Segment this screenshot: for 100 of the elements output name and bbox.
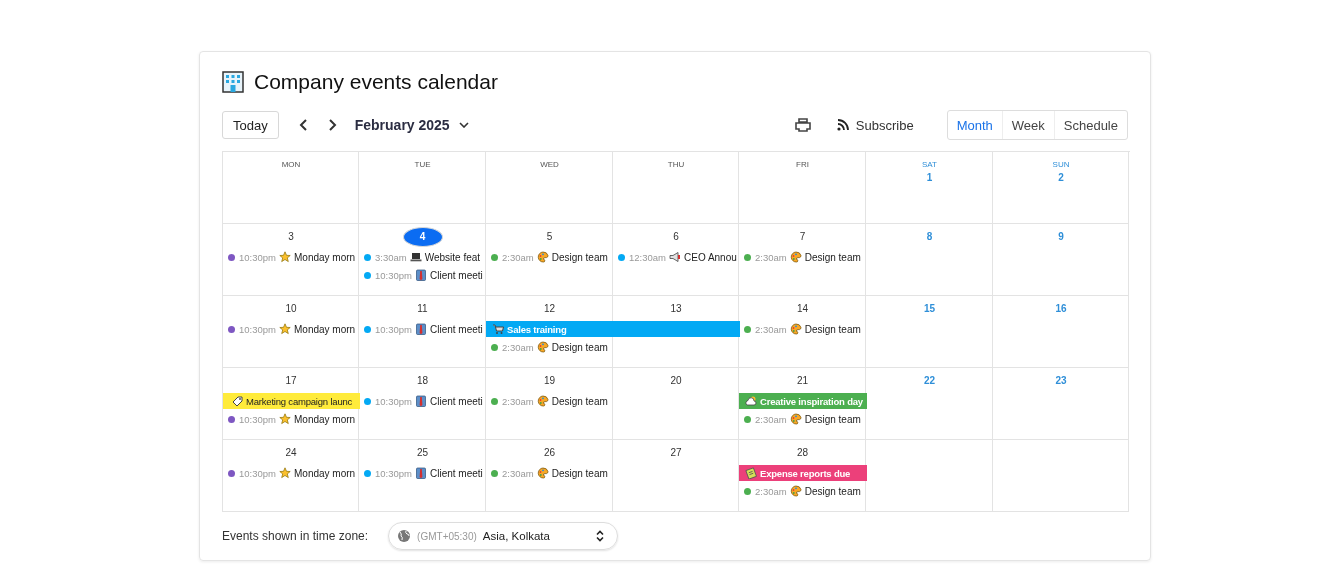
day-number[interactable]: 28 xyxy=(793,444,812,462)
jacket-icon xyxy=(415,467,427,479)
laptop-icon xyxy=(409,251,422,263)
weekday-label: MON xyxy=(280,160,302,169)
day-number[interactable]: 17 xyxy=(282,372,300,390)
day-number[interactable]: 4 xyxy=(402,227,443,247)
month-picker[interactable]: February 2025 xyxy=(354,117,469,133)
calendar-title: Company events calendar xyxy=(254,70,498,94)
timed-event[interactable]: 10:30pm Monday morn xyxy=(223,410,359,428)
timed-event[interactable]: 2:30am Design team xyxy=(739,248,866,266)
event-title: Design team xyxy=(804,251,861,263)
building-icon xyxy=(222,71,244,93)
day-number[interactable]: 27 xyxy=(667,444,685,462)
event-title: Website feat xyxy=(424,251,481,263)
tag-icon xyxy=(231,395,243,407)
jacket-icon xyxy=(415,269,427,281)
event-title: Monday morn xyxy=(294,323,356,335)
timed-event[interactable]: 10:30pm Client meeti xyxy=(359,266,486,284)
weekday-label: THU xyxy=(666,160,686,169)
timed-event[interactable]: 3:30am Website feat xyxy=(359,248,486,266)
day-number[interactable]: 22 xyxy=(920,372,939,390)
day-number[interactable]: 13 xyxy=(667,300,685,318)
timed-event[interactable]: 10:30pm Monday morn xyxy=(223,464,359,482)
star-icon xyxy=(279,467,291,479)
timed-event[interactable]: 2:30am Design team xyxy=(486,338,613,356)
day-number[interactable]: 23 xyxy=(1052,372,1070,390)
timed-event[interactable]: 2:30am Design team xyxy=(739,320,866,338)
palette-icon xyxy=(789,413,802,425)
event-title: Design team xyxy=(804,323,861,335)
day-number[interactable]: 14 xyxy=(793,300,812,318)
day-number[interactable]: 8 xyxy=(920,228,939,246)
weekday-label: FRI xyxy=(795,160,810,169)
day-number[interactable]: 10 xyxy=(282,300,300,318)
timed-event[interactable]: 10:30pm Client meeti xyxy=(359,320,486,338)
day-number[interactable]: 6 xyxy=(667,228,685,246)
event-time: 2:30am xyxy=(755,323,787,335)
palette-icon xyxy=(536,251,549,263)
star-icon xyxy=(279,413,291,425)
all-day-event[interactable]: Expense reports due xyxy=(739,465,867,481)
timed-event[interactable]: 2:30am Design team xyxy=(739,482,866,500)
event-time: 2:30am xyxy=(502,251,534,263)
event-time: 2:30am xyxy=(755,251,787,263)
day-number[interactable]: 11 xyxy=(413,300,432,318)
day-number[interactable]: 18 xyxy=(413,372,432,390)
weekday-label: WED xyxy=(539,160,560,169)
timezone-label: Events shown in time zone: xyxy=(222,529,369,543)
previous-icon[interactable] xyxy=(298,119,309,131)
all-day-event[interactable]: Marketing campaign launc xyxy=(223,393,360,409)
view-tab[interactable]: Week xyxy=(1001,111,1054,139)
timed-event[interactable]: 2:30am Design team xyxy=(486,392,613,410)
timed-event[interactable]: 12:30am CEO Annou xyxy=(613,248,739,266)
print-icon[interactable] xyxy=(794,118,811,132)
event-time: 2:30am xyxy=(502,467,534,479)
palette-icon xyxy=(789,323,802,335)
event-time: 2:30am xyxy=(755,485,787,497)
view-tab[interactable]: Schedule xyxy=(1053,111,1127,139)
today-button[interactable]: Today xyxy=(222,111,279,139)
event-title: Design team xyxy=(551,251,608,263)
day-number[interactable]: 26 xyxy=(540,444,559,462)
subscribe-button[interactable]: Subscribe xyxy=(836,117,914,133)
day-number[interactable]: 1 xyxy=(920,169,939,187)
day-number[interactable]: 5 xyxy=(540,228,559,246)
timed-event[interactable]: 2:30am Design team xyxy=(486,464,613,482)
timed-event[interactable]: 10:30pm Monday morn xyxy=(223,248,359,266)
day-number[interactable]: 12 xyxy=(540,300,559,318)
day-number[interactable]: 25 xyxy=(413,444,432,462)
palette-icon xyxy=(789,251,802,263)
event-title: Design team xyxy=(551,467,608,479)
caret-icon xyxy=(458,122,469,128)
event-time: 2:30am xyxy=(502,395,534,407)
event-title: Client meeti xyxy=(430,323,483,335)
jacket-icon xyxy=(415,395,427,407)
day-number[interactable]: 21 xyxy=(793,372,812,390)
day-number[interactable]: 3 xyxy=(282,228,300,246)
event-title: Client meeti xyxy=(430,395,483,407)
day-number[interactable]: 15 xyxy=(920,300,939,318)
weekday-label: TUE xyxy=(413,160,432,169)
day-number[interactable]: 7 xyxy=(793,228,812,246)
day-number[interactable]: 9 xyxy=(1052,228,1070,246)
event-time: 10:30pm xyxy=(239,251,276,263)
timed-event[interactable]: 10:30pm Monday morn xyxy=(223,320,359,338)
next-icon[interactable] xyxy=(326,119,337,131)
clipboard-icon xyxy=(745,467,757,479)
view-tab[interactable]: Month xyxy=(947,111,1002,139)
timed-event[interactable]: 10:30pm Client meeti xyxy=(359,464,486,482)
cloud-icon xyxy=(745,395,757,407)
globe-icon xyxy=(397,529,412,543)
event-title: Design team xyxy=(804,485,861,497)
up-down-icon xyxy=(595,530,606,542)
event-title: CEO Annou xyxy=(684,251,737,263)
event-time: 3:30am xyxy=(375,251,407,263)
timed-event[interactable]: 2:30am Design team xyxy=(739,410,866,428)
day-number[interactable]: 19 xyxy=(540,372,559,390)
day-number[interactable]: 20 xyxy=(667,372,685,390)
timed-event[interactable]: 10:30pm Client meeti xyxy=(359,392,486,410)
cart-icon xyxy=(492,323,504,335)
timed-event[interactable]: 2:30am Design team xyxy=(486,248,613,266)
jacket-icon xyxy=(415,323,427,335)
event-title: Monday morn xyxy=(294,413,356,425)
day-number[interactable]: 24 xyxy=(282,444,300,462)
